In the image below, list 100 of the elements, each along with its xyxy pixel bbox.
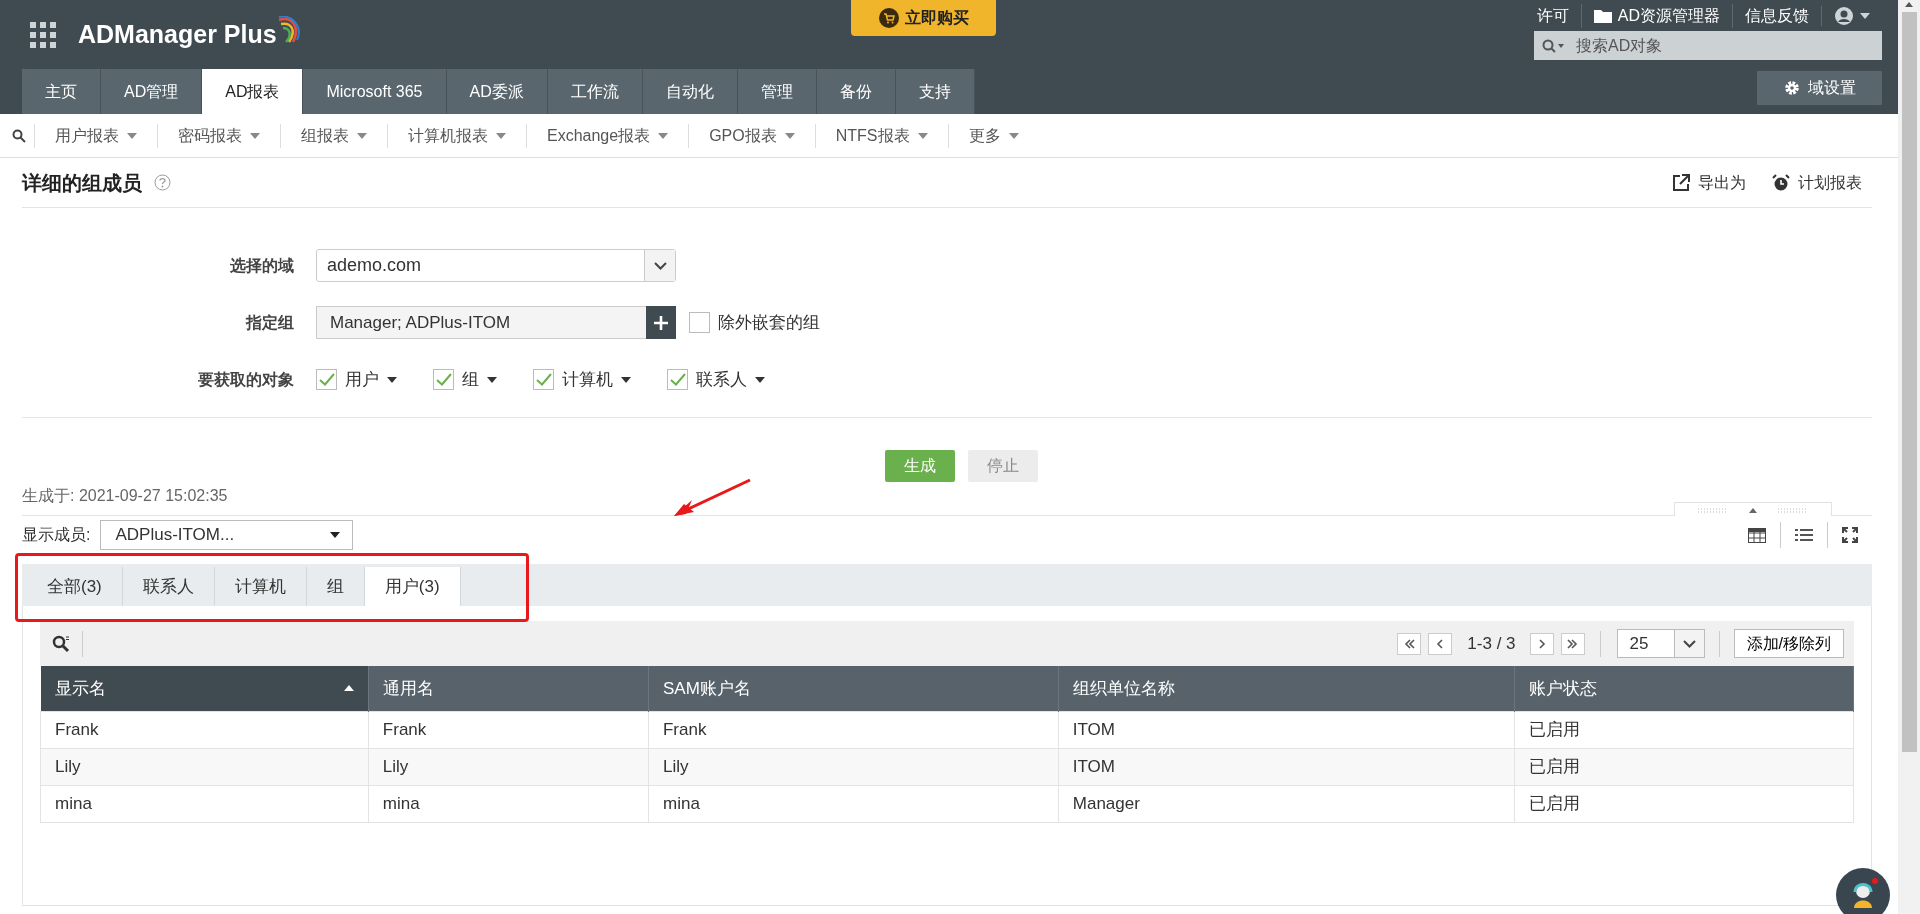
report-menu[interactable]: 组报表 [280,123,387,148]
search-input[interactable]: 搜索AD对象 [1574,32,1874,59]
settings-icon [1783,80,1800,96]
domain-select[interactable]: ademo.com [316,249,676,282]
previous-page-button[interactable] [1428,632,1453,655]
report-menu[interactable]: Exchange报表 [526,123,689,148]
header-link[interactable]: AD资源管理器 [1580,3,1732,28]
table-view-icon[interactable] [1748,527,1766,543]
table-cell: Frank [648,711,1059,748]
column-header[interactable]: SAM账户名 [648,666,1059,711]
app-grid-icon[interactable] [30,21,56,48]
checkbox-label: 组 [462,368,479,391]
nav-tab[interactable]: 备份 [816,69,896,114]
column-header[interactable]: 显示名 [40,666,369,711]
chat-button[interactable] [1836,868,1890,914]
nav-tab[interactable]: Microsoft 365 [303,69,447,114]
domain-settings-button[interactable]: 域设置 [1757,71,1882,105]
checkmark-icon [535,373,552,386]
scrollbar[interactable] [1898,0,1920,914]
user-icon [1834,5,1854,26]
nav-tab[interactable]: 支持 [895,69,975,114]
field-label: 要获取的对象 [197,369,295,390]
sort-ascending-icon [343,685,354,692]
table-cell: ITOM [1058,711,1515,748]
plus-icon [654,315,668,330]
add-group-button[interactable] [646,306,676,339]
table-cell: Lily [40,748,369,785]
add-remove-columns-button[interactable]: 添加/移除列 [1733,629,1844,658]
caret-icon [330,532,341,538]
cart-icon [878,8,899,28]
checkbox[interactable] [689,312,710,333]
report-action[interactable]: 计划报表 [1772,170,1862,195]
member-select[interactable]: ADPlus-ITOM... [100,520,354,550]
logo-text: ADManager Plus [78,18,277,50]
checkbox[interactable] [316,369,337,390]
column-header[interactable]: 账户状态 [1514,666,1854,711]
nav-tab[interactable]: 自动化 [642,69,738,114]
table-cell: 已启用 [1514,748,1854,785]
group-field[interactable]: Manager; ADPlus-ITOM [316,306,646,339]
search-icon[interactable] [52,634,70,653]
next-page-button[interactable] [1529,632,1554,655]
field-label: 指定组 [244,312,295,333]
nav-tab[interactable]: AD委派 [446,69,548,114]
page-size-select[interactable]: 25 [1616,629,1705,658]
collapse-icon [1698,505,1808,514]
chevron-down-icon [653,261,667,270]
nav-tab[interactable]: 工作流 [547,69,643,114]
nav-tab[interactable]: AD管理 [101,69,203,114]
help-icon[interactable] [154,174,171,191]
report-action[interactable]: 导出为 [1672,170,1746,195]
header-link[interactable]: 信息反馈 [1732,3,1821,28]
field-label: 显示成员: [22,525,91,545]
page-range: 1-3 / 3 [1467,632,1516,655]
caret-icon [658,132,669,139]
nav-tab[interactable]: 管理 [737,69,817,114]
table-cell: 已启用 [1514,711,1854,748]
table-cell: Lily [368,748,649,785]
column-header[interactable]: 组织单位名称 [1058,666,1515,711]
search-icon[interactable] [12,128,26,143]
report-menu[interactable]: GPO报表 [688,123,815,148]
report-menu[interactable]: 计算机报表 [387,123,526,148]
swoosh-logo-icon [276,15,301,44]
caret-icon [487,376,497,383]
table-cell: ITOM [1058,748,1515,785]
result-tab[interactable]: 用户(3) [364,567,461,606]
scroll-up-icon[interactable] [1904,0,1914,8]
fullscreen-icon[interactable] [1842,527,1858,543]
table-cell: 已启用 [1514,785,1854,822]
checkbox-label: 联系人 [696,368,747,391]
nav-tab[interactable]: 主页 [22,69,101,114]
last-page-button[interactable] [1560,632,1585,655]
checkbox[interactable] [667,369,688,390]
caret-icon [755,376,765,383]
caret-icon [1008,132,1019,139]
search-field[interactable]: 搜索AD对象 [1534,31,1882,60]
buy-now-button[interactable]: 立即购买 [851,0,996,36]
checkmark-icon [435,373,452,386]
column-header[interactable]: 通用名 [368,666,649,711]
table-cell: Manager [1058,785,1515,822]
generated-time: 生成于: 2021-09-27 15:02:35 [22,486,228,506]
search-icon [1542,38,1566,53]
checkbox[interactable] [433,369,454,390]
report-menu[interactable]: NTFS报表 [814,123,948,148]
chevron-icon [1565,637,1580,650]
list-view-icon[interactable] [1795,527,1813,543]
report-menu[interactable]: 密码报表 [157,123,280,148]
header-link[interactable]: 许可 [1524,3,1581,28]
checkbox[interactable] [533,369,554,390]
nav-tab[interactable]: AD报表 [202,69,304,114]
chevron-down-icon [1682,639,1696,648]
first-page-button[interactable] [1397,632,1422,655]
checkbox-label: 用户 [345,368,379,391]
report-menu[interactable]: 用户报表 [34,123,157,148]
table-cell: Frank [368,711,649,748]
checkmark-icon [669,373,686,386]
report-menu[interactable]: 更多 [947,123,1039,148]
caret-icon [917,132,928,139]
caret-icon [496,132,506,139]
collapse-handle[interactable] [1674,502,1832,516]
export-icon [1672,173,1690,192]
